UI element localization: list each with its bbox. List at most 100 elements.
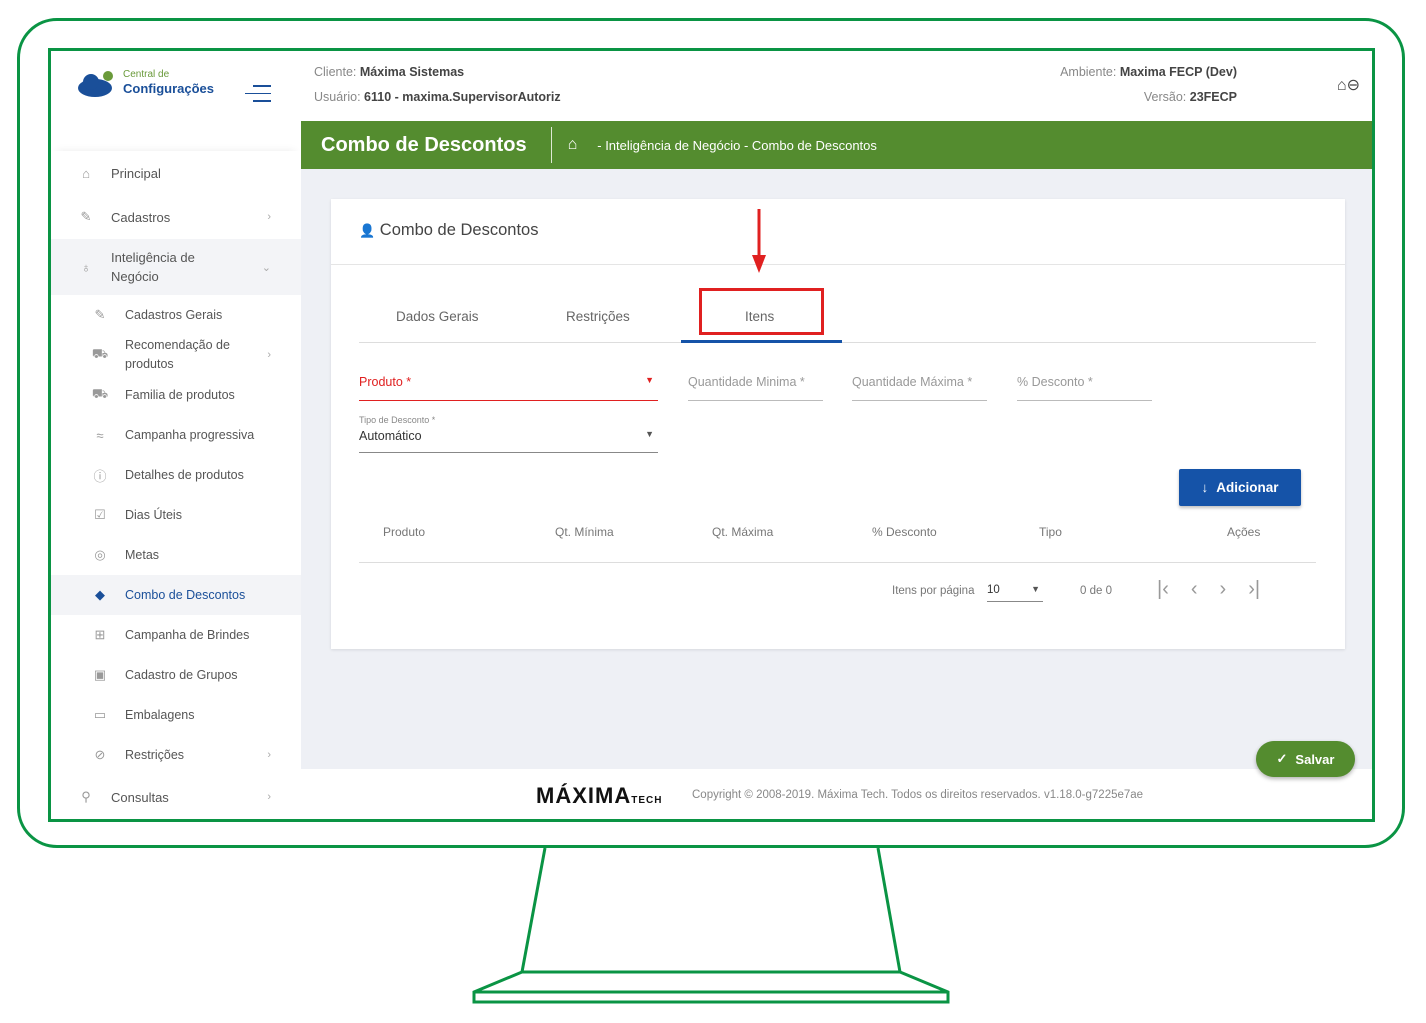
check-icon: ✓ [1276,751,1288,766]
app-logo: Central de Configurações [77,69,214,98]
sidebar-item-cadastro-grupos[interactable]: ▣ Cadastro de Grupos [51,655,301,695]
quantidade-minima-input[interactable]: Quantidade Minima * [688,375,823,401]
trend-icon: ≈ [96,427,104,443]
desconto-input[interactable]: % Desconto * [1017,375,1152,401]
value: Automático [359,429,422,443]
maxima-tech-logo: MÁXIMATECH [536,783,663,808]
dropdown-arrow-icon: ▼ [645,429,654,439]
sidebar-item-inteligencia[interactable]: ♁ Inteligência de Negócio ⌄ [51,239,301,295]
column-tipo[interactable]: Tipo [1039,525,1062,539]
logout-icon[interactable]: ⊖ [1347,77,1360,94]
label: Familia de produtos [125,388,235,402]
items-per-page-select[interactable]: 10 ▼ [987,584,1043,602]
chevron-right-icon: › [267,211,271,223]
prev-page-icon[interactable]: ‹ [1191,578,1198,601]
tab-dados-gerais[interactable]: Dados Gerais [396,309,479,324]
column-desconto[interactable]: % Desconto [872,525,937,539]
breadcrumb: - Inteligência de Negócio - Combo de Des… [597,137,877,153]
column-qt-minima[interactable]: Qt. Mínima [555,525,614,539]
card-title: 👤 Combo de Descontos [359,221,538,240]
home-icon[interactable]: ⌂ [568,136,578,154]
client-info: Cliente: Máxima Sistemas [314,65,464,79]
top-header: Cliente: Máxima Sistemas Usuário: 6110 -… [301,51,1372,121]
user-info: Usuário: 6110 - maxima.SupervisorAutoriz [314,90,561,104]
highlight-box [699,288,824,335]
chevron-right-icon: › [267,791,271,803]
next-page-icon[interactable]: › [1220,578,1227,601]
items-per-page-label: Itens por página [892,585,975,597]
sidebar-item-dias-uteis[interactable]: ☑ Dias Úteis [51,495,301,535]
column-produto[interactable]: Produto [383,525,425,539]
sidebar-item-embalagens[interactable]: ▭ Embalagens [51,695,301,735]
gift-icon: ⊞ [94,627,106,642]
sidebar-nav: ⌂ Principal ✎ Cadastros › ♁ Inteligência de … [51,151,301,819]
label: Principal [111,165,161,181]
value: 23FECP [1189,90,1237,104]
info-icon: ⓘ [93,468,107,484]
label: Campanha de Brindes [125,628,250,642]
sidebar-item-metas[interactable]: ◎ Metas [51,535,301,575]
label: Cadastros Gerais [125,308,223,322]
sidebar-item-consultas[interactable]: ⚲ Consultas › [51,775,301,819]
label: Dias Úteis [125,508,182,522]
lightbulb-icon: ♁ [81,259,91,275]
value: Máxima Sistemas [359,65,465,79]
menu-toggle-icon[interactable] [245,79,271,108]
first-page-icon[interactable]: |‹ [1157,578,1169,601]
label: Usuário: [314,90,361,104]
sidebar-item-campanha-progressiva[interactable]: ≈ Campanha progressiva [51,415,301,455]
sidebar-item-detalhes[interactable]: ⓘ Detalhes de produtos [51,455,301,495]
red-arrow-annotation [752,209,766,273]
label: Adicionar [1216,480,1279,495]
version-info: Versão: 23FECP [1144,90,1237,104]
sidebar-item-cadastros-gerais[interactable]: ✎ Cadastros Gerais [51,295,301,335]
logo-bottom: Configurações [123,81,215,96]
sidebar-item-combo-descontos[interactable]: ◆ Combo de Descontos [51,575,301,615]
header-icons: ⌂⊖ [1337,75,1360,95]
calendar-icon: ☑ [94,507,106,522]
label: Recomendação de produtos [125,338,230,371]
chevron-right-icon: › [267,749,271,761]
sidebar-item-recomendacao[interactable]: ⛟ Recomendação de produtos › [51,335,301,375]
label: Salvar [1295,751,1335,767]
sidebar-item-restricoes[interactable]: ⊘ Restrições › [51,735,301,775]
value: 10 [987,584,1000,596]
last-page-icon[interactable]: ›| [1248,578,1260,601]
adicionar-button[interactable]: ↓ Adicionar [1179,469,1301,506]
sidebar-item-campanha-brindes[interactable]: ⊞ Campanha de Brindes [51,615,301,655]
column-qt-maxima[interactable]: Qt. Máxima [712,525,773,539]
tab-restricoes[interactable]: Restrições [566,309,630,324]
content-area: 👤 Combo de Descontos Dados Gerais Restri… [301,169,1372,769]
group-icon: ▣ [93,667,107,682]
label: Detalhes de produtos [125,468,244,482]
table-divider [359,562,1316,563]
sidebar: Central de Configurações ⌂ Principal ✎ Cada… [51,51,301,819]
sidebar-item-cadastros[interactable]: ✎ Cadastros › [51,195,301,239]
chevron-right-icon: › [267,349,271,361]
cart-icon: ⛟ [91,346,109,361]
block-icon: ⊘ [94,747,106,762]
pagination-range: 0 de 0 [1080,585,1112,597]
home-icon: ⌂ [82,165,90,181]
label: Consultas [111,789,169,805]
label: Campanha progressiva [125,428,255,442]
chevron-down-icon: ⌄ [261,261,271,274]
quantidade-maxima-input[interactable]: Quantidade Máxima * [852,375,987,401]
arrow-down-icon: ↓ [1201,480,1209,495]
cloud-gear-icon [78,70,113,97]
sidebar-item-familia[interactable]: ⛟ Familia de produtos [51,375,301,415]
search-icon: ⚲ [81,789,91,804]
tipo-desconto-select[interactable]: Automático ▼ [359,429,658,453]
label: Ambiente: [1060,65,1117,79]
produto-select[interactable]: Produto * ▼ [359,375,658,401]
tags-icon: ◆ [95,587,105,602]
box-icon: ▭ [93,707,107,722]
edit-icon: ✎ [94,307,106,322]
active-tab-indicator [681,340,842,343]
divider [331,264,1345,265]
label: Metas [125,548,160,562]
home-icon[interactable]: ⌂ [1337,77,1347,94]
salvar-button[interactable]: ✓ Salvar [1256,741,1355,777]
label: Combo de Descontos [125,588,246,602]
sidebar-item-principal[interactable]: ⌂ Principal [51,151,301,195]
